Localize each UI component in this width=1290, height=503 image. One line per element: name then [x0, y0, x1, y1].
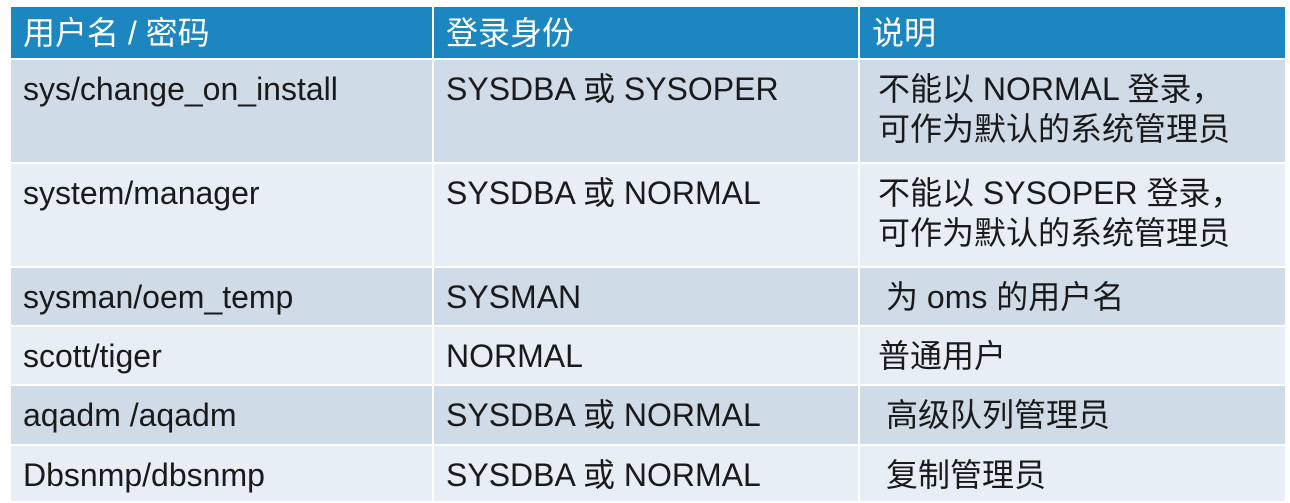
- cell-username: aqadm /aqadm: [11, 385, 434, 446]
- description-line: 高级队列管理员: [886, 397, 1111, 433]
- cell-description: 复制管理员: [859, 445, 1285, 503]
- description-line: 复制管理员: [886, 457, 1047, 493]
- table-row: system/manager SYSDBA 或 NORMAL 不能以 SYSOP…: [11, 163, 1285, 268]
- default-accounts-table: 用户名 / 密码 登录身份 说明 sys/change_on_install S…: [11, 7, 1285, 503]
- description-line: 为 oms 的用户名: [886, 279, 1125, 315]
- cell-description: 为 oms 的用户名: [859, 267, 1285, 327]
- description-line: 可作为默认的系统管理员: [878, 111, 1231, 147]
- table-row: sysman/oem_temp SYSMAN 为 oms 的用户名: [11, 267, 1285, 327]
- cell-login: SYSMAN: [433, 267, 860, 327]
- cell-description: 高级队列管理员: [859, 385, 1285, 446]
- cell-description: 不能以 NORMAL 登录， 可作为默认的系统管理员: [859, 59, 1285, 164]
- header-username-password: 用户名 / 密码: [11, 7, 434, 60]
- description-line: 不能以 NORMAL 登录，: [878, 71, 1224, 107]
- header-row: 用户名 / 密码 登录身份 说明: [11, 7, 1285, 60]
- description-line: 不能以 SYSOPER 登录，: [878, 175, 1243, 211]
- table-row: Dbsnmp/dbsnmp SYSDBA 或 NORMAL 复制管理员: [11, 445, 1285, 503]
- cell-login: SYSDBA 或 NORMAL: [433, 385, 860, 446]
- table-body: sys/change_on_install SYSDBA 或 SYSOPER 不…: [11, 59, 1285, 503]
- cell-username: sysman/oem_temp: [11, 267, 434, 327]
- header-description: 说明: [859, 7, 1285, 60]
- cell-username: Dbsnmp/dbsnmp: [11, 445, 434, 503]
- cell-login: SYSDBA 或 NORMAL: [433, 163, 860, 268]
- cell-login: NORMAL: [433, 326, 860, 386]
- cell-login: SYSDBA 或 NORMAL: [433, 445, 860, 503]
- account-table-container: 用户名 / 密码 登录身份 说明 sys/change_on_install S…: [11, 7, 1285, 503]
- description-line: 可作为默认的系统管理员: [878, 215, 1231, 251]
- cell-username: scott/tiger: [11, 326, 434, 386]
- table-row: scott/tiger NORMAL 普通用户: [11, 326, 1285, 386]
- table-row: sys/change_on_install SYSDBA 或 SYSOPER 不…: [11, 59, 1285, 164]
- table-row: aqadm /aqadm SYSDBA 或 NORMAL 高级队列管理员: [11, 385, 1285, 446]
- header-login-identity: 登录身份: [433, 7, 860, 60]
- cell-login: SYSDBA 或 SYSOPER: [433, 59, 860, 164]
- cell-username: sys/change_on_install: [11, 59, 434, 164]
- table-header: 用户名 / 密码 登录身份 说明: [11, 7, 1285, 60]
- cell-description: 不能以 SYSOPER 登录， 可作为默认的系统管理员: [859, 163, 1285, 268]
- description-line: 普通用户: [878, 338, 1007, 374]
- cell-username: system/manager: [11, 163, 434, 268]
- cell-description: 普通用户: [859, 326, 1285, 386]
